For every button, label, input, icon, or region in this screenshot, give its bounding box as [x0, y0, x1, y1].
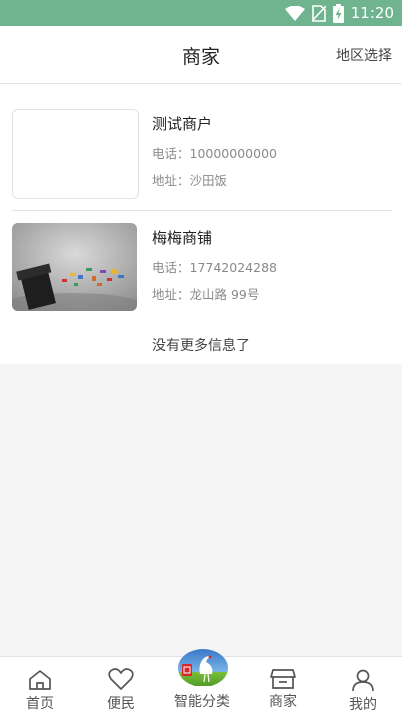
tab-label: 智能分类	[174, 694, 230, 710]
merchant-phone: 电话：17742024288	[152, 260, 277, 275]
merchant-address: 地址：沙田饭	[152, 173, 228, 188]
merchant-address: 地址：龙山路 99号	[152, 287, 260, 302]
store-icon	[270, 669, 296, 689]
merchant-image	[12, 223, 137, 311]
app-header: 商家 地区选择	[0, 26, 402, 84]
no-sim-icon	[311, 4, 326, 22]
home-icon	[29, 670, 51, 690]
status-time: 11:20	[350, 4, 394, 22]
merchant-item[interactable]: 测试商户 电话：10000000000 地址：沙田饭	[12, 109, 392, 199]
tab-label: 商家	[269, 694, 297, 710]
tab-label: 我的	[349, 697, 377, 713]
tab-label: 便民	[107, 696, 135, 712]
tab-label: 首页	[26, 696, 54, 712]
merchant-item[interactable]: 梅梅商铺 电话：17742024288 地址：龙山路 99号	[12, 223, 392, 313]
status-bar: 11:20	[0, 0, 402, 26]
list-end-message: 没有更多信息了	[152, 338, 250, 354]
merchant-name: 梅梅商铺	[152, 229, 213, 247]
user-icon	[352, 669, 374, 692]
merchant-name: 测试商户	[152, 115, 213, 133]
crane-logo-icon	[178, 649, 228, 687]
status-icons: 11:20	[284, 2, 394, 24]
heart-icon	[108, 668, 134, 690]
smart-sort-logo[interactable]	[178, 646, 228, 687]
tab-convenience[interactable]: 便民	[81, 657, 161, 716]
tab-mine[interactable]: 我的	[323, 657, 402, 716]
tab-home[interactable]: 首页	[0, 657, 80, 716]
region-select-button[interactable]: 地区选择	[336, 45, 392, 65]
merchant-phone: 电话：10000000000	[152, 146, 277, 161]
list-divider	[12, 210, 392, 211]
trash-bin-photo	[12, 223, 137, 311]
battery-charging-icon	[332, 3, 344, 23]
merchant-image-placeholder	[12, 109, 139, 199]
merchant-list: 测试商户 电话：10000000000 地址：沙田饭 梅梅商铺 电话：17742…	[0, 84, 402, 364]
tab-merchants[interactable]: 商家	[243, 657, 323, 716]
wifi-icon	[284, 5, 305, 21]
